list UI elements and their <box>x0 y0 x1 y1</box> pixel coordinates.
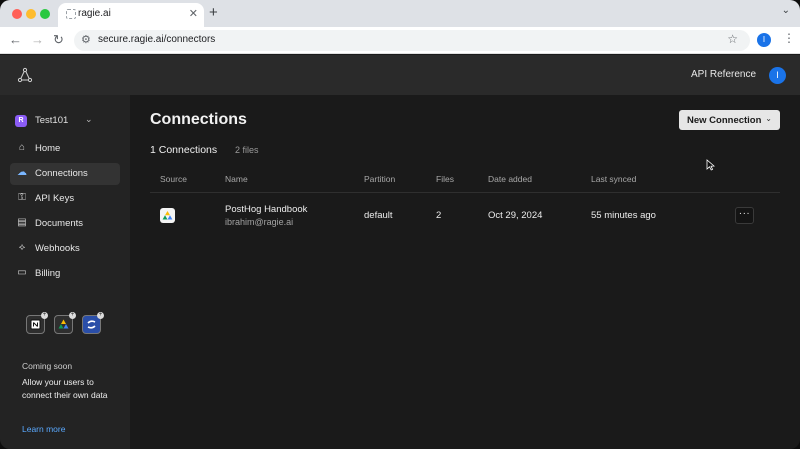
column-header-source: Source <box>160 174 187 184</box>
connection-email: ibrahim@ragie.ai <box>225 217 294 227</box>
sidebar-item-label: Home <box>35 143 61 154</box>
browser-tab[interactable]: ragie.ai ✕ <box>58 3 204 27</box>
card-icon: ▭ <box>17 267 27 278</box>
tab-search-chevron-icon[interactable]: ⌄ <box>782 5 790 16</box>
page-title: Connections <box>150 111 247 128</box>
coming-soon-title: Coming soon <box>22 361 73 371</box>
main-content: Connections New Connection ⌄ 1 Connectio… <box>130 95 800 449</box>
sidebar-item-api-keys[interactable]: ⚿ API Keys <box>10 188 120 210</box>
new-connection-label: New Connection <box>687 115 762 126</box>
sidebar-item-connections[interactable]: ☁ Connections <box>10 163 120 185</box>
app-header: API Reference I <box>0 55 800 95</box>
learn-more-link[interactable]: Learn more <box>22 424 65 434</box>
chevron-down-icon: ⌄ <box>765 114 772 123</box>
webhook-icon: ⟡ <box>18 242 26 253</box>
column-header-files: Files <box>436 174 454 184</box>
cloud-icon: ☁ <box>17 167 27 178</box>
tab-strip: ragie.ai ✕ + ⌄ <box>0 0 800 27</box>
browser-profile-avatar[interactable]: I <box>757 33 771 47</box>
favicon-icon <box>66 9 76 19</box>
bookmark-star-icon[interactable]: ☆ <box>727 32 738 46</box>
reload-icon[interactable]: ↻ <box>53 32 64 48</box>
close-tab-icon[interactable]: ✕ <box>189 7 198 20</box>
maximize-window-button[interactable] <box>40 9 50 19</box>
column-header-last-synced: Last synced <box>591 174 637 184</box>
tab-title: ragie.ai <box>78 8 111 19</box>
back-icon[interactable]: ← <box>9 32 22 47</box>
table-divider <box>150 192 780 193</box>
connection-date-added: Oct 29, 2024 <box>488 210 543 221</box>
ragie-logo-icon[interactable] <box>17 67 33 83</box>
notion-icon: + <box>26 312 48 334</box>
connections-count: 1 Connections <box>150 144 218 156</box>
coming-soon-body: Allow your users to connect their own da… <box>22 377 108 400</box>
browser-toolbar: ← → ↻ ⚙ secure.ragie.ai/connectors ☆ I ⋮ <box>0 27 800 54</box>
new-tab-icon[interactable]: + <box>209 4 218 21</box>
url-text[interactable]: secure.ragie.ai/connectors <box>98 34 215 45</box>
sidebar-item-label: Webhooks <box>35 243 80 254</box>
sidebar-item-documents[interactable]: ▤ Documents <box>10 213 120 235</box>
key-icon: ⚿ <box>18 192 26 203</box>
connection-name[interactable]: PostHog Handbook <box>225 204 307 215</box>
chevron-down-icon: ⌄ <box>85 114 93 124</box>
plus-icon: + <box>69 312 76 319</box>
plus-icon: + <box>41 312 48 319</box>
user-avatar[interactable]: I <box>769 67 786 84</box>
google-drive-icon <box>160 208 175 223</box>
api-reference-link[interactable]: API Reference <box>691 69 756 80</box>
site-settings-icon[interactable]: ⚙ <box>81 33 91 46</box>
sidebar-item-billing[interactable]: ▭ Billing <box>10 263 120 285</box>
row-more-options-button[interactable]: ··· <box>735 207 754 224</box>
sidebar: R Test101 ⌄ ⌂ Home ☁ Connections ⚿ API K… <box>0 95 130 449</box>
workspace-name: Test101 <box>35 115 69 126</box>
workspace-badge: R <box>15 115 27 127</box>
browser-menu-icon[interactable]: ⋮ <box>783 31 795 45</box>
files-count: 2 files <box>235 145 259 155</box>
forward-icon[interactable]: → <box>31 32 44 47</box>
column-header-name: Name <box>225 174 248 184</box>
plus-icon: + <box>97 312 104 319</box>
sidebar-item-label: Connections <box>35 168 88 179</box>
minimize-window-button[interactable] <box>26 9 36 19</box>
mouse-cursor-icon <box>706 159 715 171</box>
sidebar-item-label: Documents <box>35 218 84 229</box>
connection-files: 2 <box>436 210 442 221</box>
sidebar-item-label: API Keys <box>35 193 75 204</box>
address-bar[interactable]: ⚙ secure.ragie.ai/connectors ☆ <box>74 30 750 51</box>
column-header-date-added: Date added <box>488 174 532 184</box>
browser-window: ragie.ai ✕ + ⌄ ← → ↻ ⚙ secure.ragie.ai/c… <box>0 0 800 449</box>
column-header-partition: Partition <box>364 174 396 184</box>
confluence-icon: + <box>82 312 104 334</box>
sidebar-item-webhooks[interactable]: ⟡ Webhooks <box>10 238 120 260</box>
new-connection-button[interactable]: New Connection ⌄ <box>679 110 780 130</box>
google-drive-icon: + <box>54 312 76 334</box>
connection-last-synced: 55 minutes ago <box>591 210 656 221</box>
document-icon: ▤ <box>17 217 27 228</box>
sidebar-item-label: Billing <box>35 268 61 279</box>
close-window-button[interactable] <box>12 9 22 19</box>
home-icon: ⌂ <box>18 142 26 153</box>
connection-partition: default <box>364 210 393 221</box>
sidebar-item-home[interactable]: ⌂ Home <box>10 138 120 160</box>
